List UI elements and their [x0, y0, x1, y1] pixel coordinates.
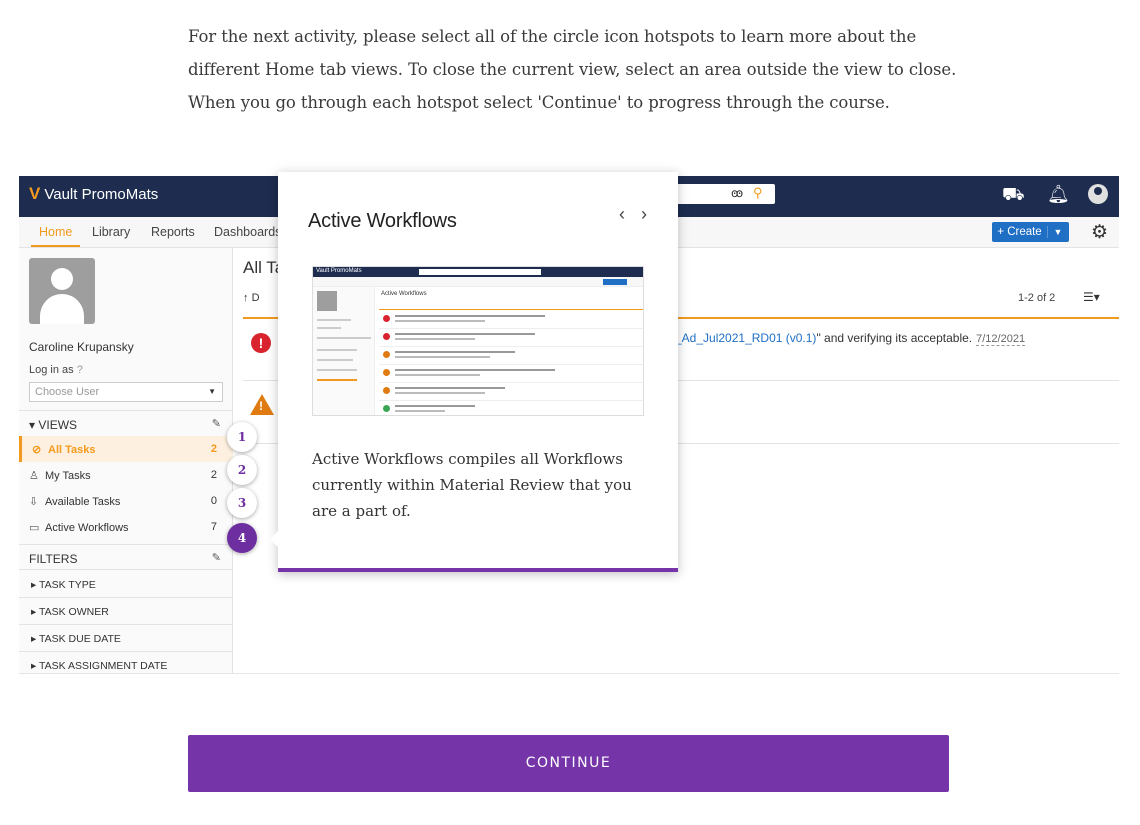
dropdown-caret-icon: ▼: [208, 387, 216, 396]
vault-logo-text: Vault PromoMats: [44, 185, 159, 203]
chevron-down-icon[interactable]: ▼: [1048, 227, 1068, 237]
filter-task-type[interactable]: ▸ TASK TYPE: [19, 571, 233, 598]
list-view-icon[interactable]: ☰▾: [1083, 290, 1100, 304]
tab-reports[interactable]: Reports: [151, 225, 195, 239]
user-name: Caroline Krupansky: [29, 340, 134, 354]
vault-v-icon: V: [29, 184, 41, 203]
chevron-left-icon[interactable]: ‹: [619, 204, 625, 225]
help-icon[interactable]: ?: [77, 364, 83, 376]
tab-dashboards[interactable]: Dashboards: [214, 225, 281, 239]
views-header[interactable]: ▾ VIEWS ✎: [19, 410, 233, 436]
check-circle-icon: ⊘: [32, 444, 42, 456]
hotspot-1[interactable]: 1: [227, 422, 257, 452]
workflow-icon: ▭: [29, 522, 40, 534]
filters-header[interactable]: FILTERS ✎: [19, 544, 233, 570]
caret-right-icon: ▸: [31, 660, 39, 672]
profile-avatar: [29, 258, 95, 324]
popover-description: Active Workflows compiles all Workflows …: [312, 450, 632, 520]
sidebar: Caroline Krupansky Log in as ? Choose Us…: [19, 248, 233, 673]
view-available-tasks[interactable]: ⇩ Available Tasks 0: [19, 488, 233, 514]
choose-user-placeholder: Choose User: [35, 386, 100, 398]
hotspot-4[interactable]: 4: [227, 523, 257, 553]
caret-right-icon: ▸: [31, 633, 39, 645]
view-my-tasks[interactable]: ♙ My Tasks 2: [19, 462, 233, 488]
binoculars-icon: ꙭ: [731, 186, 744, 200]
user-avatar-icon[interactable]: [1088, 184, 1108, 204]
bell-icon[interactable]: 🔔︎: [1047, 184, 1070, 205]
tab-home[interactable]: Home: [31, 225, 81, 247]
filter-task-assignment-date[interactable]: ▸ TASK ASSIGNMENT DATE: [19, 652, 233, 673]
hotspot-3[interactable]: 3: [227, 488, 257, 518]
caret-down-icon: ▾: [29, 418, 39, 432]
plus-icon: +: [997, 226, 1008, 238]
pencil-icon[interactable]: ✎: [212, 417, 221, 430]
continue-button[interactable]: CONTINUE: [188, 735, 949, 792]
sort-control[interactable]: ↑ D: [243, 292, 260, 304]
error-icon: !: [251, 333, 271, 353]
gear-icon[interactable]: ⚙: [1091, 221, 1108, 244]
hotspot-popover: Active Workflows ‹ › Vault PromoMats Act…: [270, 172, 678, 572]
view-active-workflows[interactable]: ▭ Active Workflows 7: [19, 514, 233, 540]
login-as-label: Log in as ?: [29, 364, 83, 376]
arrow-up-icon: ↑: [243, 292, 252, 304]
filter-task-due-date[interactable]: ▸ TASK DUE DATE: [19, 625, 233, 652]
intro-text: For the next activity, please select all…: [188, 27, 957, 112]
caret-right-icon: ▸: [31, 579, 39, 591]
create-button[interactable]: + Create ▼: [992, 222, 1069, 242]
warning-icon: !: [250, 394, 274, 415]
popover-image: Vault PromoMats Active Workflows: [312, 266, 644, 416]
caret-right-icon: ▸: [31, 606, 39, 618]
search-icon[interactable]: ⚲: [753, 185, 763, 201]
chevron-right-icon[interactable]: ›: [641, 204, 647, 225]
view-all-tasks[interactable]: ⊘ All Tasks 2: [19, 436, 233, 462]
create-label: Create: [1007, 226, 1042, 238]
choose-user-select[interactable]: Choose User ▼: [29, 382, 223, 402]
task-description: ter_Ad_Jul2021_RD01 (v0.1)" and verifyin…: [661, 331, 1026, 346]
task-document-link[interactable]: ter_Ad_Jul2021_RD01 (v0.1): [661, 331, 816, 345]
pencil-icon[interactable]: ✎: [212, 551, 221, 564]
person-icon: ♙: [29, 470, 39, 482]
vault-logo: V Vault PromoMats: [29, 184, 158, 204]
filter-task-owner[interactable]: ▸ TASK OWNER: [19, 598, 233, 625]
pager: 1-2 of 2: [1018, 292, 1056, 304]
hotspot-2[interactable]: 2: [227, 455, 257, 485]
popover-title: Active Workflows: [308, 210, 457, 232]
task-date: 7/12/2021: [976, 333, 1026, 346]
inbox-icon: ⇩: [29, 496, 39, 508]
tab-library[interactable]: Library: [92, 225, 130, 239]
cart-icon[interactable]: ⛟: [1002, 184, 1025, 208]
